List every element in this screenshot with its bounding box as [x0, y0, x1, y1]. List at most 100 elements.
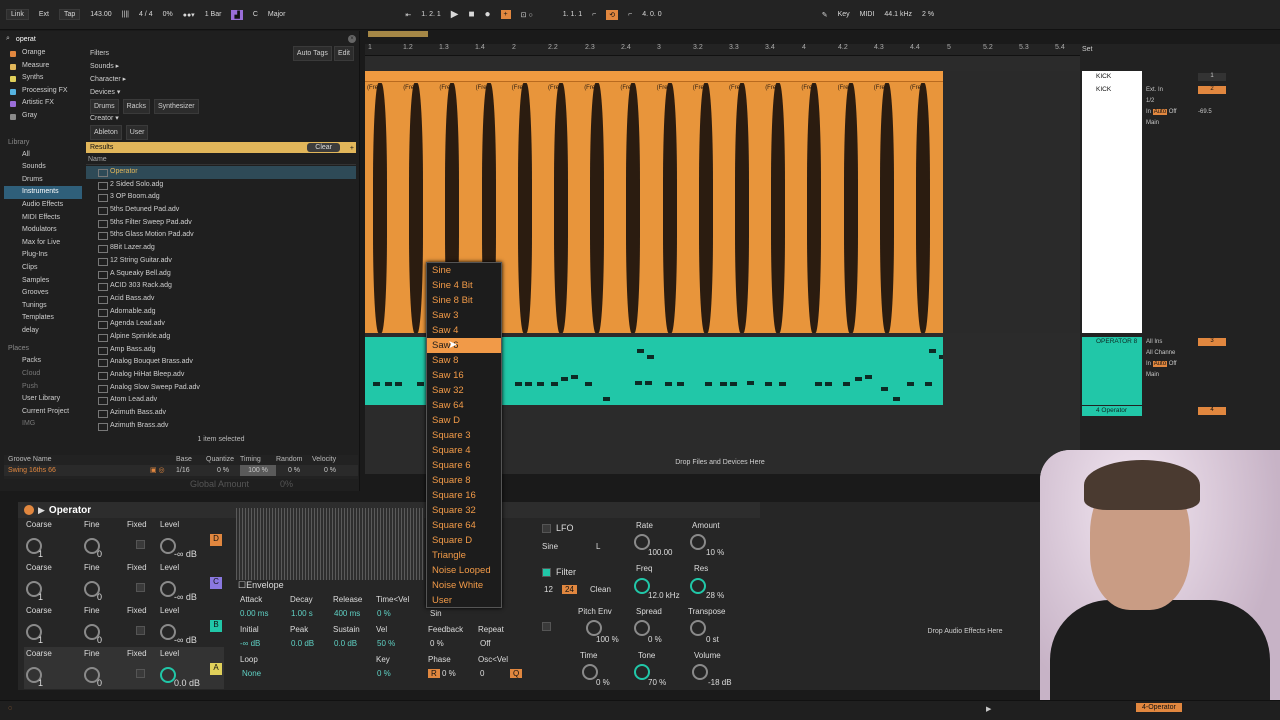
browser-search[interactable]: ⌕ operat × [6, 34, 356, 44]
menu-item[interactable]: Sine 8 Bit [427, 293, 501, 308]
draw-mode-icon[interactable]: ✎ [822, 11, 828, 19]
list-item[interactable]: Analog Bouquet Brass.adv [86, 356, 356, 369]
vel-value[interactable]: 50 % [377, 639, 395, 648]
list-item[interactable]: Agenda Lead.adv [86, 318, 356, 331]
filter-res-value[interactable]: 28 % [706, 591, 724, 600]
collection-orange[interactable]: Orange [4, 47, 82, 60]
list-item[interactable]: ACID 303 Rack.adg [86, 280, 356, 293]
key-map-button[interactable]: Key [838, 11, 850, 18]
beat-ruler[interactable]: 1 1.2 1.3 1.4 2 2.2 2.3 2.4 3 3.2 3.3 3.… [365, 44, 1080, 56]
monitor-in[interactable]: In [1146, 109, 1151, 115]
collection-artistic-fx[interactable]: Artistic FX [4, 97, 82, 110]
sounds-filter[interactable]: Sounds ▸ [86, 60, 356, 73]
menu-item[interactable]: Square 4 [427, 443, 501, 458]
decay-value[interactable]: 1.00 s [291, 609, 313, 618]
metronome-dots-icon[interactable]: ●●▾ [183, 11, 195, 19]
library-item[interactable]: All [4, 149, 82, 162]
menu-item[interactable]: Saw 16 [427, 368, 501, 383]
place-item[interactable]: Packs [4, 355, 82, 368]
wave-select[interactable]: Sin [430, 609, 442, 618]
empty-arrangement-area[interactable] [943, 71, 1080, 333]
filter-toggle[interactable] [542, 568, 551, 577]
library-item[interactable]: Sounds [4, 161, 82, 174]
menu-item[interactable]: Square 6 [427, 458, 501, 473]
osc-select-b[interactable]: B [210, 620, 222, 632]
groove-quantize[interactable]: 0 % [206, 465, 240, 476]
status-icon[interactable]: ◌ [8, 705, 12, 712]
place-item[interactable]: Current Project [4, 406, 82, 419]
fine-value[interactable]: 0 [97, 678, 102, 688]
global-amount-value[interactable]: 0% [280, 479, 293, 489]
output-main[interactable]: Main [1146, 118, 1177, 129]
lfo-amount-value[interactable]: 10 % [706, 548, 724, 557]
pitch-env-toggle[interactable] [542, 622, 551, 631]
menu-item[interactable]: User [427, 593, 501, 608]
track-name[interactable]: KICK [1082, 85, 1142, 95]
spread-value[interactable]: 0 % [648, 635, 662, 644]
groove-name[interactable]: Swing 16ths 66 [4, 465, 150, 476]
release-value[interactable]: 400 ms [334, 609, 360, 618]
groove-base[interactable]: 1/16 [176, 465, 206, 476]
coarse-value[interactable]: 1 [38, 592, 43, 602]
clear-search-icon[interactable]: × [348, 35, 356, 43]
add-icon[interactable]: + [350, 143, 354, 154]
time-value[interactable]: 0 % [596, 678, 610, 687]
link-button[interactable]: Link [6, 9, 29, 20]
menu-item[interactable]: Saw 8 [427, 353, 501, 368]
list-item[interactable]: Azimuth Brass.adv [86, 420, 356, 432]
coarse-value[interactable]: 1 [38, 678, 43, 688]
filter-slope-24[interactable]: 24 [562, 585, 577, 594]
track-name[interactable]: OPERATOR 8 [1082, 337, 1142, 347]
list-item[interactable]: 5ths Filter Sweep Pad.adv [86, 217, 356, 230]
name-column-header[interactable]: Name [86, 155, 356, 165]
volume-readout[interactable]: -69.5 [1198, 109, 1212, 115]
library-item[interactable]: Plug-Ins [4, 249, 82, 262]
selected-device-tag[interactable]: 4-Operator [1136, 703, 1182, 712]
lfo-wave-select[interactable]: Sine [542, 542, 558, 551]
groove-random[interactable]: 0 % [276, 465, 312, 476]
library-item-instruments[interactable]: Instruments [4, 186, 82, 199]
feedback-value[interactable]: 0 % [430, 639, 444, 648]
menu-item[interactable]: Square 3 [427, 428, 501, 443]
track-number[interactable]: 3 [1198, 338, 1226, 346]
fixed-toggle[interactable] [136, 540, 145, 549]
lfo-type-select[interactable]: L [596, 542, 600, 551]
list-item[interactable]: 2 Sided Solo.adg [86, 179, 356, 192]
groove-hot-swap-icon[interactable]: ▣ ◎ [150, 465, 176, 476]
scale-mode-icon[interactable]: ▟ [231, 9, 243, 20]
tag-racks[interactable]: Racks [122, 99, 151, 114]
menu-item[interactable]: Square 64 [427, 518, 501, 533]
level-value[interactable]: -∞ dB [174, 592, 197, 602]
envelope-tab[interactable]: ☐Envelope [238, 580, 284, 591]
track-kick-header[interactable] [1082, 71, 1142, 333]
coarse-value[interactable]: 1 [38, 635, 43, 645]
device-power-icon[interactable] [24, 505, 34, 515]
track-operator-header[interactable] [1082, 337, 1142, 405]
list-item[interactable]: Analog HiHat Bleep.adv [86, 369, 356, 382]
list-item[interactable]: A Squeaky Bell.adg [86, 268, 356, 281]
loop-switch[interactable]: ⟲ [606, 9, 619, 20]
library-item[interactable]: Grooves [4, 287, 82, 300]
punch-in-icon[interactable]: ⌐ [592, 11, 596, 18]
fixed-toggle[interactable] [136, 583, 145, 592]
play-button[interactable]: ▶ [451, 9, 459, 20]
key-select[interactable]: C [253, 11, 258, 18]
track-name[interactable]: 4 Operator [1082, 406, 1142, 416]
output-main[interactable]: Main [1146, 370, 1177, 381]
place-item[interactable]: Push [4, 381, 82, 394]
follow-icon[interactable]: ⇤ [405, 11, 411, 19]
library-item[interactable]: Drums [4, 174, 82, 187]
volume-knob[interactable] [692, 664, 708, 680]
menu-item[interactable]: Saw 3 [427, 308, 501, 323]
menu-item[interactable]: Square 8 [427, 473, 501, 488]
phase-retrigger-button[interactable]: R [428, 669, 440, 678]
monitor-auto[interactable]: Auto [1152, 109, 1168, 115]
midi-channel[interactable]: All Channe [1146, 348, 1177, 359]
list-item[interactable]: Acid Bass.adv [86, 293, 356, 306]
place-item[interactable]: Cloud [4, 368, 82, 381]
pitch-env-knob[interactable] [586, 620, 602, 636]
loop-length[interactable]: 4. 0. 0 [642, 11, 661, 18]
spread-knob[interactable] [634, 620, 650, 636]
menu-item[interactable]: Triangle [427, 548, 501, 563]
waveform-menu[interactable]: Sine Sine 4 Bit Sine 8 Bit Saw 3 Saw 4 S… [426, 262, 502, 608]
